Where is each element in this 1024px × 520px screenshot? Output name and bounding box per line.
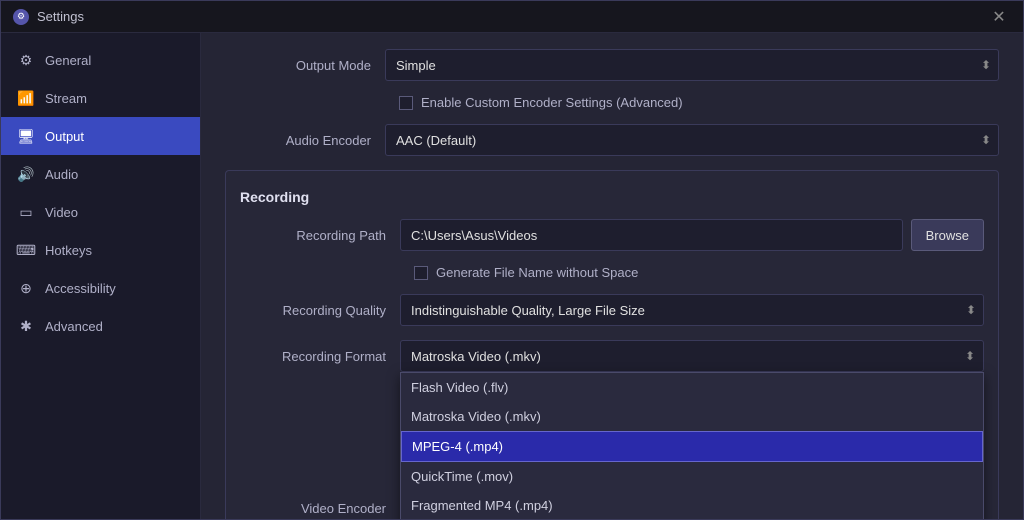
- window-title: Settings: [37, 9, 84, 24]
- sidebar-item-video[interactable]: ▭ Video: [1, 193, 200, 231]
- audio-encoder-select[interactable]: AAC (Default): [385, 124, 999, 156]
- close-button[interactable]: ✕: [987, 5, 1011, 29]
- gear-icon: ⚙: [17, 51, 35, 69]
- format-option-mkv[interactable]: Matroska Video (.mkv): [401, 402, 983, 431]
- custom-encoder-checkbox[interactable]: [399, 96, 413, 110]
- recording-format-dropdown[interactable]: Matroska Video (.mkv): [400, 340, 984, 372]
- output-icon: 🖥: [17, 127, 35, 145]
- sidebar-label-output: Output: [45, 129, 84, 144]
- sidebar-item-accessibility[interactable]: ⊕ Accessibility: [1, 269, 200, 307]
- recording-format-label: Recording Format: [240, 349, 400, 364]
- output-mode-control: Simple: [385, 49, 999, 81]
- audio-encoder-label: Audio Encoder: [225, 133, 385, 148]
- content-area: ⚙ General 📶 Stream 🖥 Output 🔊 Audio ▭ Vi…: [1, 33, 1023, 519]
- sidebar-label-hotkeys: Hotkeys: [45, 243, 92, 258]
- recording-path-input[interactable]: [400, 219, 903, 251]
- hotkeys-icon: ⌨: [17, 241, 35, 259]
- recording-format-row: Recording Format Matroska Video (.mkv) F…: [240, 340, 984, 372]
- sidebar-label-stream: Stream: [45, 91, 87, 106]
- sidebar-label-advanced: Advanced: [45, 319, 103, 334]
- recording-section: Recording Recording Path Browse Generate…: [225, 170, 999, 519]
- sidebar-label-video: Video: [45, 205, 78, 220]
- stream-icon: 📶: [17, 89, 35, 107]
- format-option-flv[interactable]: Flash Video (.flv): [401, 373, 983, 402]
- titlebar: ⚙ Settings ✕: [1, 1, 1023, 33]
- audio-encoder-row: Audio Encoder AAC (Default): [225, 124, 999, 156]
- output-mode-row: Output Mode Simple: [225, 49, 999, 81]
- recording-path-label: Recording Path: [240, 228, 400, 243]
- output-mode-label: Output Mode: [225, 58, 385, 73]
- sidebar-item-output[interactable]: 🖥 Output: [1, 117, 200, 155]
- recording-format-control: Matroska Video (.mkv) Flash Video (.flv)…: [400, 340, 984, 372]
- video-encoder-label: Video Encoder: [240, 501, 400, 516]
- recording-format-value: Matroska Video (.mkv): [411, 349, 541, 364]
- custom-encoder-label: Enable Custom Encoder Settings (Advanced…: [421, 95, 683, 110]
- audio-encoder-control: AAC (Default): [385, 124, 999, 156]
- sidebar-item-hotkeys[interactable]: ⌨ Hotkeys: [1, 231, 200, 269]
- format-option-mp4[interactable]: MPEG-4 (.mp4): [401, 431, 983, 462]
- sidebar: ⚙ General 📶 Stream 🖥 Output 🔊 Audio ▭ Vi…: [1, 33, 201, 519]
- recording-path-control: Browse: [400, 219, 984, 251]
- recording-format-list: Flash Video (.flv) Matroska Video (.mkv)…: [400, 372, 984, 519]
- output-mode-select[interactable]: Simple: [385, 49, 999, 81]
- format-option-mov[interactable]: QuickTime (.mov): [401, 462, 983, 491]
- custom-encoder-row: Enable Custom Encoder Settings (Advanced…: [399, 95, 999, 110]
- advanced-icon: ✱: [17, 317, 35, 335]
- settings-window: ⚙ Settings ✕ ⚙ General 📶 Stream 🖥 Output…: [0, 0, 1024, 520]
- video-icon: ▭: [17, 203, 35, 221]
- generate-filename-label: Generate File Name without Space: [436, 265, 638, 280]
- recording-quality-control: Indistinguishable Quality, Large File Si…: [400, 294, 984, 326]
- titlebar-left: ⚙ Settings: [13, 9, 84, 25]
- app-icon: ⚙: [13, 9, 29, 25]
- sidebar-item-stream[interactable]: 📶 Stream: [1, 79, 200, 117]
- recording-path-row: Recording Path Browse: [240, 219, 984, 251]
- sidebar-item-audio[interactable]: 🔊 Audio: [1, 155, 200, 193]
- recording-quality-select[interactable]: Indistinguishable Quality, Large File Si…: [400, 294, 984, 326]
- recording-section-title: Recording: [240, 189, 984, 205]
- recording-quality-label: Recording Quality: [240, 303, 400, 318]
- main-content: Output Mode Simple Enable Custom Encoder…: [201, 33, 1023, 519]
- generate-filename-checkbox[interactable]: [414, 266, 428, 280]
- audio-icon: 🔊: [17, 165, 35, 183]
- sidebar-label-accessibility: Accessibility: [45, 281, 116, 296]
- generate-filename-row: Generate File Name without Space: [414, 265, 984, 280]
- accessibility-icon: ⊕: [17, 279, 35, 297]
- sidebar-item-general[interactable]: ⚙ General: [1, 41, 200, 79]
- format-option-fmp4[interactable]: Fragmented MP4 (.mp4): [401, 491, 983, 519]
- sidebar-label-general: General: [45, 53, 91, 68]
- browse-button[interactable]: Browse: [911, 219, 984, 251]
- sidebar-item-advanced[interactable]: ✱ Advanced: [1, 307, 200, 345]
- sidebar-label-audio: Audio: [45, 167, 78, 182]
- recording-quality-row: Recording Quality Indistinguishable Qual…: [240, 294, 984, 326]
